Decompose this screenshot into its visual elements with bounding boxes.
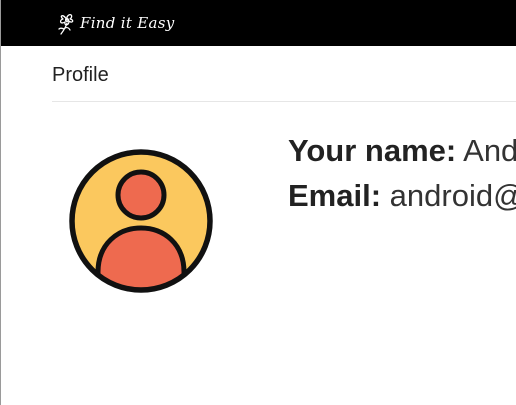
page-title: Profile [52,64,109,86]
email-value: android@ [389,178,516,213]
flower-logo-icon [57,11,77,35]
brand-name: Find it Easy [80,14,175,32]
title-divider [52,101,516,102]
top-navbar: Find it Easy [1,0,516,46]
name-label: Your name: [288,133,457,168]
brand-logo-link[interactable]: Find it Easy [57,10,175,36]
user-avatar-icon [68,148,214,294]
name-row: Your name: Andr [288,128,516,173]
email-label: Email: [288,178,382,213]
email-row: Email: android@ [288,173,516,218]
app-window: Find it Easy Profile Your name: Andr Ema… [0,0,516,405]
name-value: Andr [463,133,516,168]
profile-info: Your name: Andr Email: android@ [288,128,516,218]
